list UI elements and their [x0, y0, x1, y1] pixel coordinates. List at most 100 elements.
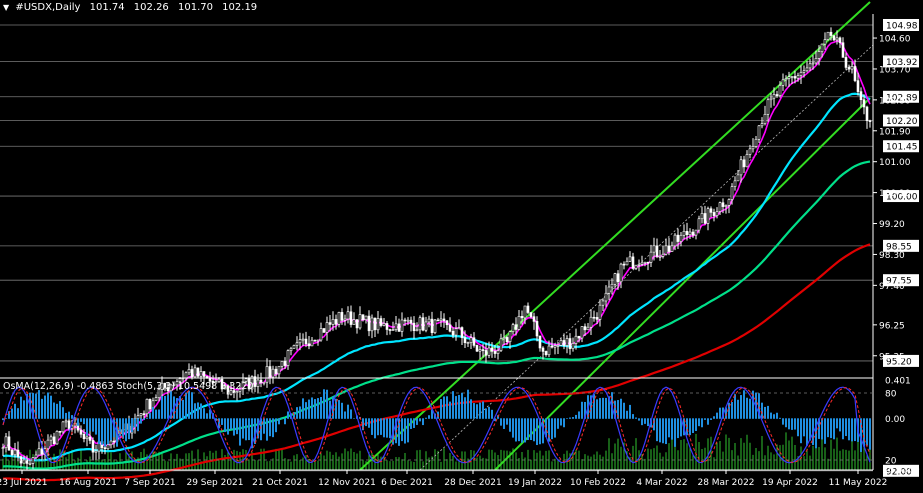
candle-body	[610, 283, 614, 288]
osma-bar	[740, 395, 742, 419]
candle-body	[562, 340, 566, 346]
osma-bar	[164, 395, 166, 419]
osma-bar	[86, 418, 88, 436]
candle-body	[463, 337, 467, 343]
osma-bar	[560, 418, 562, 426]
candle-body	[700, 213, 704, 220]
candle-body	[49, 436, 53, 441]
osma-bar	[647, 418, 649, 427]
candle-body	[91, 440, 95, 453]
osma-bar	[269, 418, 271, 437]
osma-bar	[446, 396, 448, 419]
osma-bar	[473, 403, 475, 419]
osma-bar	[149, 413, 151, 419]
osma-bar	[95, 418, 97, 435]
stoch-tick-label: 20	[885, 457, 897, 467]
candle-body	[385, 323, 389, 330]
osma-bar	[23, 400, 25, 419]
candle-body	[868, 120, 872, 122]
osma-bar	[146, 417, 148, 419]
level-label: 102.20	[886, 117, 918, 127]
osma-bar	[662, 418, 664, 444]
candle-body	[265, 366, 269, 383]
candle-body	[802, 70, 806, 73]
candle-body	[718, 202, 722, 212]
osma-bar	[488, 406, 490, 419]
candle-body	[478, 349, 482, 352]
candle-body	[835, 37, 839, 41]
candle-body	[58, 431, 62, 433]
candle-body	[52, 436, 56, 445]
osma-bar	[713, 416, 715, 419]
osma-bar	[692, 418, 694, 434]
osma-bar	[515, 418, 517, 442]
level-label: 101.45	[886, 143, 918, 153]
candle-body	[805, 67, 809, 72]
osma-bar	[254, 418, 256, 445]
chart-window[interactable]: { "header": { "arrow": "▼", "symbol": "#…	[0, 0, 923, 493]
candle-body	[139, 413, 143, 417]
osma-bar	[767, 405, 769, 419]
candle-body	[502, 337, 506, 340]
candle-body	[439, 318, 443, 321]
osma-bar	[101, 418, 103, 445]
candle-body	[511, 324, 515, 332]
candle-body	[490, 347, 494, 352]
osma-bar	[503, 418, 505, 429]
osma-bar	[20, 396, 22, 419]
candle-body	[424, 321, 428, 331]
candle-body	[427, 318, 431, 323]
osma-bar	[800, 418, 802, 444]
candle-body	[391, 329, 395, 331]
osma-bar	[581, 401, 583, 419]
osma-bar	[455, 396, 457, 419]
candle-body	[838, 37, 842, 44]
osma-bar	[401, 418, 403, 442]
candle-body	[682, 231, 686, 236]
osma-bar	[641, 418, 643, 426]
candle-body	[760, 123, 764, 127]
candle-body	[619, 263, 623, 283]
candle-body	[517, 316, 521, 330]
osma-bar	[179, 396, 181, 419]
osma-bar	[638, 418, 640, 421]
candle-body	[685, 231, 689, 236]
osma-bar	[674, 418, 676, 447]
osma-bar	[671, 418, 673, 440]
osma-bar	[470, 399, 472, 419]
candle-body	[643, 261, 647, 264]
osma-bar	[191, 392, 193, 419]
osma-bar	[404, 418, 406, 444]
osma-bar	[803, 418, 805, 437]
candle-body	[430, 318, 434, 333]
osma-bar	[275, 418, 277, 433]
candle-body	[409, 319, 413, 324]
osma-bar	[89, 418, 91, 431]
price-tick-label: 100.10	[879, 189, 911, 199]
candle-body	[310, 339, 314, 347]
osma-bar	[371, 418, 373, 435]
candle-body	[703, 213, 707, 224]
candle-body	[634, 264, 638, 269]
osma-bar	[131, 418, 133, 433]
price-tick-label: 101.00	[879, 158, 911, 168]
date-label: 11 May 2022	[829, 478, 888, 488]
candle-body	[271, 368, 275, 378]
osma-bar	[563, 418, 565, 428]
candle-body	[832, 35, 836, 41]
candle-body	[418, 317, 422, 331]
candle-body	[103, 447, 107, 450]
osma-bar	[716, 412, 718, 419]
candle-body	[406, 319, 410, 322]
osma-bar	[653, 418, 655, 431]
stoch-tick-label: 80	[885, 390, 897, 400]
candle-body	[1, 447, 5, 449]
osma-bar	[629, 404, 631, 419]
candle-body	[61, 421, 65, 433]
osma-bar	[389, 418, 391, 439]
ema-fast-line	[2, 40, 871, 461]
candle-body	[106, 444, 110, 450]
osma-bar	[764, 406, 766, 419]
osma-bar	[227, 418, 229, 435]
candle-body	[856, 80, 860, 92]
